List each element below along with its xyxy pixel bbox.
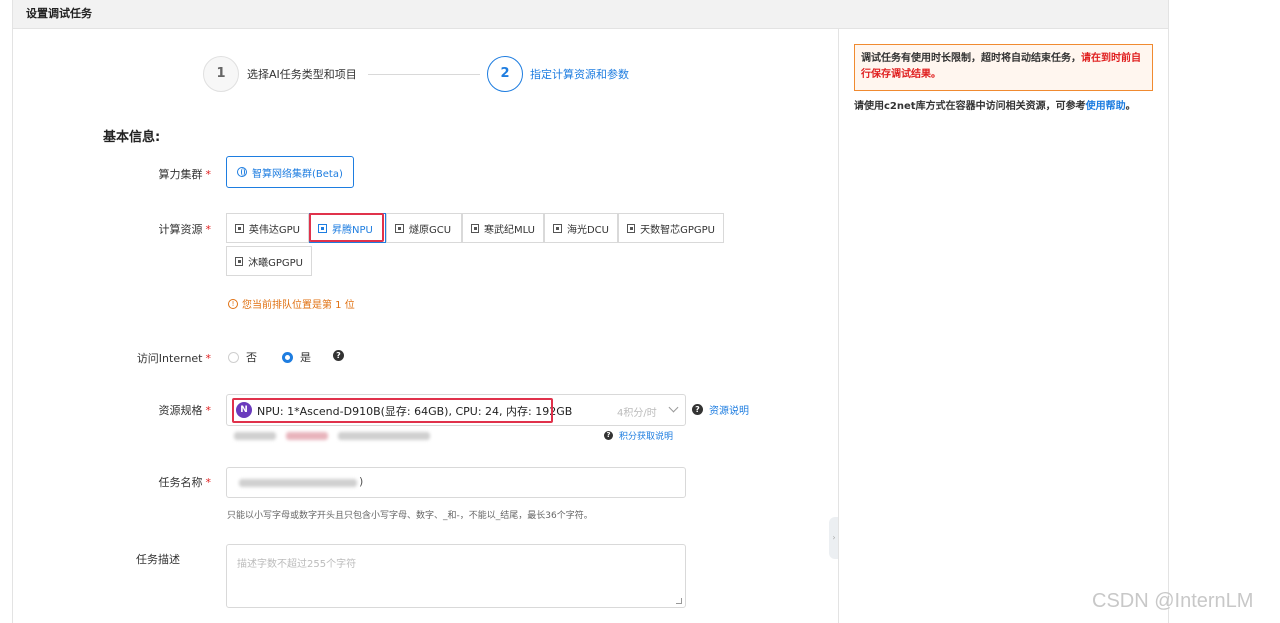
spec-label: 资源规格 * [101,402,212,418]
points-help-link-text: 积分获取说明 [619,432,674,442]
spec-label-text: 资源规格 [158,404,203,417]
resource-label: 沐曦GPGPU [248,257,303,269]
watermark: CSDN @InternLM [1092,590,1254,612]
required-mark: * [205,404,212,417]
radio-yes-label: 是 [300,351,311,364]
internet-label: 访问Internet * [101,350,211,366]
step-connector [368,74,480,75]
redacted-text [286,432,328,440]
spec-help-link[interactable]: ? 资源说明 [692,402,749,417]
step-1-circle[interactable]: 1 [203,56,239,92]
radio-no[interactable] [228,351,239,363]
resize-handle-icon[interactable] [676,598,682,604]
required-mark: * [205,168,212,181]
main-form: 1 选择AI任务类型和项目 2 指定计算资源和参数 基本信息: 算力集群 * 智算… [13,29,839,623]
resource-label: 海光DCU [566,224,609,236]
queue-notice: ! 您当前排队位置是第 1 位 [228,296,355,311]
section-title: 基本信息: [103,130,161,145]
step-1-label[interactable]: 选择AI任务类型和项目 [247,66,357,82]
required-mark: * [205,223,212,236]
resource-label: 英伟达GPU [248,224,300,236]
task-name-tail: ) [359,475,364,488]
resource-label: 燧原GCU [409,224,452,236]
npu-highlight-box [309,213,384,242]
required-mark: * [205,476,212,489]
question-icon[interactable]: ? [333,350,344,361]
side-panel: 调试任务有使用时长限制，超时将自动结束任务，请在到时前自行保存调试结果。 请使用… [839,29,1169,623]
cluster-label: 算力集群 * [101,166,212,182]
info-end: 。 [1125,101,1136,112]
question-icon: ? [604,431,613,440]
internet-label-text: 访问Internet [136,352,203,365]
spec-highlight-box [232,398,553,423]
question-icon: ? [692,404,703,415]
cluster-label-text: 算力集群 [158,168,203,181]
task-desc-textarea[interactable]: 描述字数不超过255个字符 [226,544,686,608]
radio-no-label: 否 [246,351,257,364]
task-name-input[interactable]: ) [226,467,686,498]
internet-option-yes[interactable]: 是 [282,349,311,365]
cluster-button[interactable]: 智算网络集群(Beta) [226,156,354,188]
resource-iluvatar-gpgpu[interactable]: 天数智芯GPGPU [618,213,724,243]
internet-option-no[interactable]: 否 [228,349,257,365]
resource-label: 寒武纪MLU [483,224,535,236]
compute-label: 计算资源 * [101,221,212,237]
task-desc-placeholder: 描述字数不超过255个字符 [237,559,357,570]
info-text: 请使用c2net库方式在容器中访问相关资源，可参考 [854,101,1086,112]
panel-title: 设置调试任务 [26,7,92,20]
spec-help-link-text: 资源说明 [709,406,749,417]
panel-header: 设置调试任务 [13,0,1168,29]
queue-notice-text: 您当前排队位置是第 1 位 [242,300,355,311]
cluster-button-label: 智算网络集群(Beta) [252,168,343,180]
time-limit-notice: 调试任务有使用时长限制，超时将自动结束任务，请在到时前自行保存调试结果。 [854,44,1153,91]
task-settings-panel: 设置调试任务 1 选择AI任务类型和项目 2 指定计算资源和参数 基本信息: 算… [12,0,1169,623]
redacted-text [239,479,357,487]
task-name-hint: 只能以小写字母或数字开头且只包含小写字母、数字、_和-，不能以_结尾，最长36个… [227,511,593,521]
resource-hygon-dcu[interactable]: 海光DCU [544,213,618,243]
notice-text: 调试任务有使用时长限制，超时将自动结束任务， [861,53,1081,64]
resource-metax-gpgpu[interactable]: 沐曦GPGPU [226,246,312,276]
chevron-down-icon [668,402,679,413]
task-name-label: 任务名称 * [101,474,212,490]
task-desc-label: 任务描述 [136,553,180,566]
step-2-circle: 2 [487,56,523,92]
compute-label-text: 计算资源 [158,223,203,236]
redacted-text [338,432,430,440]
chip-icon [627,223,636,233]
spec-rate: 4积分/时 [617,408,657,419]
required-mark: * [205,352,212,365]
chip-icon [395,223,404,233]
step-2-label: 指定计算资源和参数 [530,68,629,81]
redacted-text [234,432,276,440]
points-help-link[interactable]: ? 积分获取说明 [604,429,673,442]
chip-icon [235,223,244,233]
usage-help-link[interactable]: 使用帮助 [1086,101,1126,112]
warning-icon: ! [228,298,238,309]
resource-nvidia-gpu[interactable]: 英伟达GPU [226,213,309,243]
task-name-label-text: 任务名称 [158,476,203,489]
chip-icon [471,223,479,233]
chip-icon [553,223,562,233]
c2net-info: 请使用c2net库方式在容器中访问相关资源，可参考使用帮助。 [854,99,1153,115]
globe-icon [237,167,247,177]
radio-yes[interactable] [282,351,293,363]
resource-label: 天数智芯GPGPU [640,224,715,236]
resource-cambricon-mlu[interactable]: 寒武纪MLU [462,213,544,243]
resource-enflame-gcu[interactable]: 燧原GCU [386,213,462,243]
chip-icon [235,256,244,266]
